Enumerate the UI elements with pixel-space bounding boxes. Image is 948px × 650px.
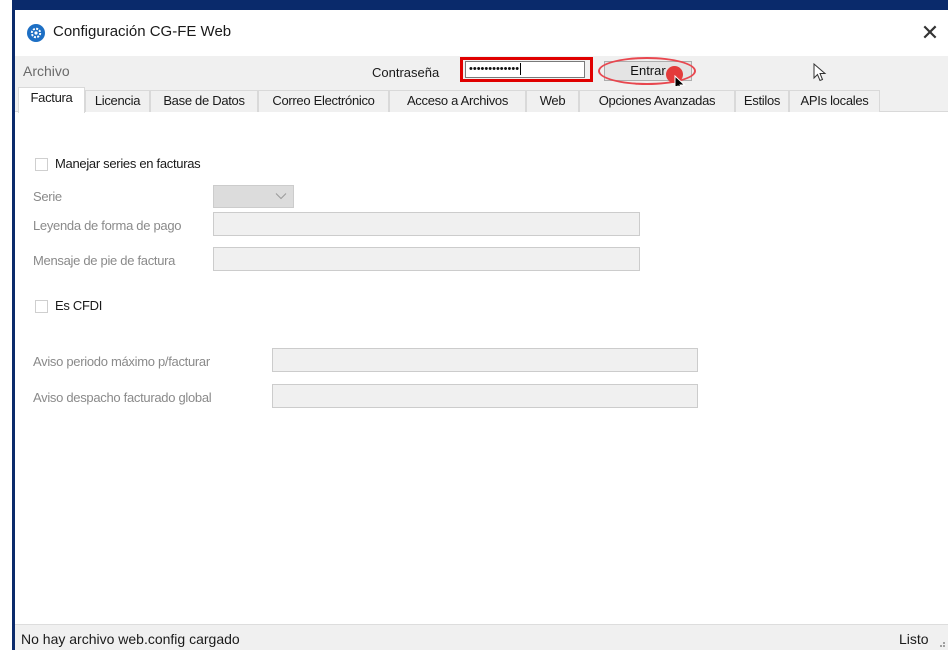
close-button[interactable]: ✕	[915, 18, 945, 48]
password-label: Contraseña	[372, 65, 440, 80]
menu-archivo[interactable]: Archivo	[23, 63, 70, 79]
manejar-series-checkbox[interactable]	[35, 158, 48, 171]
serie-label: Serie	[33, 189, 62, 204]
title-bar: Configuración CG-FE Web ✕	[15, 10, 948, 56]
tab-factura[interactable]: Factura	[18, 87, 85, 113]
tab-licencia[interactable]: Licencia	[85, 90, 150, 112]
leyenda-field[interactable]	[213, 212, 640, 236]
tab-estilos[interactable]: Estilos	[735, 90, 789, 112]
tab-base-de-datos[interactable]: Base de Datos	[150, 90, 258, 112]
tab-web[interactable]: Web	[526, 90, 579, 112]
resize-grip-icon[interactable]	[937, 639, 945, 647]
mensaje-field[interactable]	[213, 247, 640, 271]
tab-acceso-archivos[interactable]: Acceso a Archivos	[389, 90, 526, 112]
chevron-down-icon	[275, 193, 287, 200]
status-ready: Listo	[899, 631, 929, 647]
mensaje-label: Mensaje de pie de factura	[33, 253, 176, 268]
aviso-despacho-label: Aviso despacho facturado global	[33, 390, 212, 405]
status-message: No hay archivo web.config cargado	[21, 631, 240, 647]
tab-correo-electronico[interactable]: Correo Electrónico	[258, 90, 389, 112]
es-cfdi-label: Es CFDI	[55, 298, 103, 313]
window-title: Configuración CG-FE Web	[53, 23, 232, 40]
password-value: •••••••••••••	[469, 63, 520, 75]
status-bar: No hay archivo web.config cargado Listo	[15, 624, 948, 650]
tab-apis-locales[interactable]: APIs locales	[789, 90, 880, 112]
password-input[interactable]: •••••••••••••	[465, 61, 585, 78]
screen-frame-top	[12, 0, 948, 10]
gear-icon	[27, 24, 45, 42]
manejar-series-label: Manejar series en facturas	[55, 156, 201, 171]
aviso-periodo-field[interactable]	[272, 348, 698, 372]
tab-strip: Factura Licencia Base de Datos Correo El…	[15, 86, 948, 113]
config-window: Configuración CG-FE Web ✕ Archivo Contra…	[15, 10, 948, 650]
es-cfdi-checkbox[interactable]	[35, 300, 48, 313]
toolbar: Archivo Contraseña ••••••••••••• Entrar	[15, 56, 948, 93]
factura-panel: Manejar series en facturas Serie Leyenda…	[15, 112, 948, 624]
aviso-periodo-label: Aviso periodo máximo p/facturar	[33, 354, 210, 369]
text-caret	[520, 63, 522, 76]
pointer-cursor-icon	[813, 63, 827, 82]
tab-opciones-avanzadas[interactable]: Opciones Avanzadas	[579, 90, 735, 112]
aviso-despacho-field[interactable]	[272, 384, 698, 408]
close-icon: ✕	[920, 20, 940, 45]
leyenda-label: Leyenda de forma de pago	[33, 218, 182, 233]
serie-select[interactable]	[213, 185, 294, 208]
